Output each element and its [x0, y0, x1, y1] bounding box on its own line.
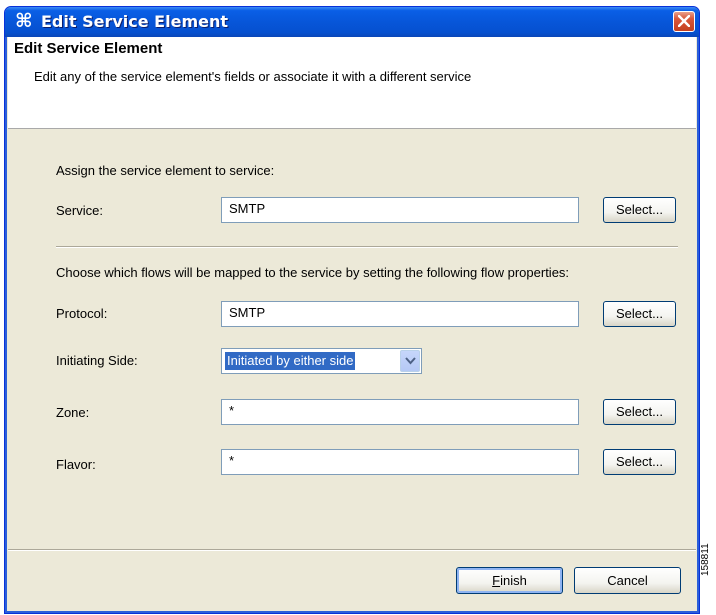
header-title: Edit Service Element: [14, 40, 163, 57]
chevron-down-icon: [405, 357, 416, 365]
dialog-header: Edit Service Element Edit any of the ser…: [8, 37, 696, 129]
zone-label: Zone:: [56, 405, 90, 420]
title-bar[interactable]: ⌘ Edit Service Element: [5, 7, 699, 37]
assign-service-label: Assign the service element to service:: [56, 163, 275, 178]
header-description: Edit any of the service element's fields…: [34, 69, 472, 84]
initiating-side-dropdown[interactable]: Initiated by either side: [221, 348, 422, 374]
figure-code: 158811: [700, 543, 711, 576]
section-divider: [56, 246, 678, 248]
window-title: Edit Service Element: [41, 12, 228, 31]
zone-field[interactable]: *: [221, 399, 579, 425]
service-element-form: Assign the service element to service: S…: [8, 129, 696, 549]
flavor-field[interactable]: *: [221, 449, 579, 475]
initiating-side-label: Initiating Side:: [56, 353, 138, 368]
initiating-side-value: Initiated by either side: [225, 352, 356, 370]
footer-divider: [8, 549, 696, 551]
zone-select-button[interactable]: Select...: [603, 399, 676, 425]
finish-button[interactable]: Finish: [456, 567, 563, 594]
dropdown-button[interactable]: [400, 350, 420, 372]
flavor-label: Flavor:: [56, 457, 96, 472]
service-field[interactable]: SMTP: [221, 197, 579, 223]
protocol-select-button[interactable]: Select...: [603, 301, 676, 327]
close-button[interactable]: [673, 11, 695, 32]
flows-instruction-label: Choose which flows will be mapped to the…: [56, 265, 570, 280]
cisco-service-icon: ⌘: [15, 10, 33, 32]
protocol-label: Protocol:: [56, 306, 108, 321]
finish-mnemonic: F: [492, 573, 501, 588]
finish-label-rest: inish: [500, 573, 527, 588]
flavor-select-button[interactable]: Select...: [603, 449, 676, 475]
protocol-field[interactable]: SMTP: [221, 301, 579, 327]
service-label: Service:: [56, 203, 103, 218]
service-select-button[interactable]: Select...: [603, 197, 676, 223]
dialog-window: ⌘ Edit Service Element Edit Service Elem…: [4, 6, 700, 614]
cancel-button[interactable]: Cancel: [574, 567, 681, 594]
close-icon: [678, 15, 690, 27]
